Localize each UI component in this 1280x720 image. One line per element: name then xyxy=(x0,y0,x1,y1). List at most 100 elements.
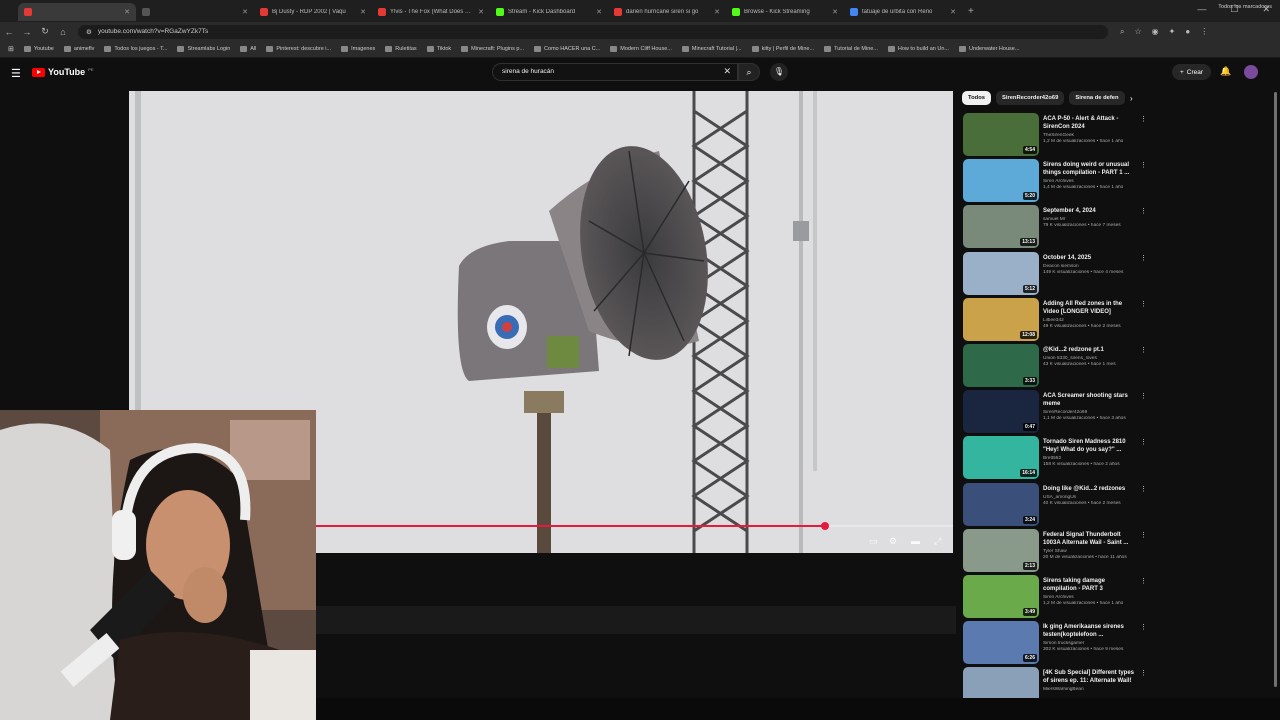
bookmark-item[interactable]: Underwater House... xyxy=(958,46,1019,52)
tab-close-icon[interactable]: ✕ xyxy=(714,8,720,16)
recommended-video[interactable]: 2:13 Federal Signal Thunderbolt 1003A Alt… xyxy=(963,528,1153,575)
channel-name[interactable]: MiersWarningBean xyxy=(1043,687,1139,692)
more-actions-icon[interactable]: ⋮ xyxy=(1140,669,1147,677)
video-title[interactable]: Adding All Red zones in the Video [LONGE… xyxy=(1043,300,1139,316)
channel-name[interactable]: Siren Archives xyxy=(1043,179,1139,184)
channel-name[interactable]: Union 5330_sirens_loves xyxy=(1043,356,1139,361)
video-title[interactable]: ACA Screamer shooting stars meme xyxy=(1043,392,1139,408)
more-actions-icon[interactable]: ⋮ xyxy=(1140,392,1147,400)
recommended-video[interactable]: 12:08 Adding All Red zones in the Video [… xyxy=(963,297,1153,344)
video-title[interactable]: September 4, 2024 xyxy=(1043,207,1139,215)
recommended-video[interactable]: 13:13 September 4, 2024 samuel Mr 79 K visu… xyxy=(963,205,1153,251)
browser-tab[interactable]: ✕ xyxy=(18,3,136,21)
video-title[interactable]: ACA P-50 - Alert & Attack - SirenCon 202… xyxy=(1043,115,1139,131)
browser-tab[interactable]: Bj Dusty - RDP 2002 | Vaqu ✕ xyxy=(254,3,372,21)
more-actions-icon[interactable]: ⋮ xyxy=(1140,161,1147,169)
channel-name[interactable]: Lilbee342 xyxy=(1043,318,1139,323)
search-button[interactable]: ⌕ xyxy=(738,63,760,81)
video-thumbnail[interactable]: 4:54 xyxy=(963,113,1039,156)
video-title[interactable]: @Kid...2 redzone pt.1 xyxy=(1043,346,1139,354)
search-input[interactable]: sirena de huracán ✕ xyxy=(492,63,738,81)
video-title[interactable]: Ik ging Amerikaanse sirenes testen(kopte… xyxy=(1043,623,1139,639)
more-actions-icon[interactable]: ⋮ xyxy=(1140,207,1147,215)
reload-icon[interactable]: ↻ xyxy=(36,26,54,37)
bookmark-item[interactable]: Tutorial de Mine... xyxy=(824,46,878,52)
minimize-icon[interactable]: — xyxy=(1197,4,1206,15)
video-title[interactable]: Doing like @Kid...2 redzones xyxy=(1043,485,1139,493)
video-title[interactable]: [4K Sub Special] Different types of sire… xyxy=(1043,669,1139,685)
browser-tab[interactable]: tatuaje de urbita con Reno ✕ xyxy=(844,3,962,21)
tab-close-icon[interactable]: ✕ xyxy=(242,8,248,16)
video-thumbnail[interactable]: 3:33 xyxy=(963,343,1039,387)
channel-name[interactable]: Deacon siemson xyxy=(1043,264,1139,269)
video-thumbnail[interactable]: 16:14 xyxy=(963,436,1039,480)
video-thumbnail[interactable]: 13:13 xyxy=(963,205,1039,249)
video-thumbnail[interactable]: 5:12 xyxy=(963,251,1039,295)
video-progress-bar[interactable] xyxy=(315,522,953,530)
apps-icon[interactable]: ⊞ xyxy=(8,45,14,53)
bookmark-item[interactable]: Imagenes xyxy=(341,46,375,52)
recommended-video[interactable]: 4:54 ACA P-50 - Alert & Attack - SirenCon… xyxy=(963,113,1153,159)
recommended-video[interactable]: 3:33 @Kid...2 redzone pt.1 Union 5330_sire… xyxy=(963,343,1153,390)
filter-chip[interactable]: Sirena de defen xyxy=(1069,91,1125,105)
browser-tab[interactable]: Stream - Kick Dashboard ✕ xyxy=(490,3,608,21)
hamburger-menu-icon[interactable]: ☰ xyxy=(11,67,21,80)
recommended-video[interactable]: 0:47 ACA Screamer shooting stars meme Sire… xyxy=(963,390,1153,436)
browser-tab[interactable]: darien hurricane siren si go ✕ xyxy=(608,3,726,21)
more-actions-icon[interactable]: ⋮ xyxy=(1140,300,1147,308)
video-title[interactable]: Federal Signal Thunderbolt 1003A Alterna… xyxy=(1043,531,1139,547)
video-title[interactable]: October 14, 2025 xyxy=(1043,254,1139,262)
channel-name[interactable]: TheSirenGeek xyxy=(1043,133,1139,138)
bookmark-item[interactable]: All xyxy=(240,46,256,52)
more-actions-icon[interactable]: ⋮ xyxy=(1140,577,1147,585)
video-thumbnail[interactable]: 3:49 xyxy=(963,574,1039,618)
bookmark-item[interactable]: Streamlabs Login xyxy=(177,46,230,52)
channel-name[interactable]: Simon trucksgamer xyxy=(1043,641,1139,646)
bookmark-item[interactable]: Todos los juegos - T... xyxy=(104,46,167,52)
recommended-video[interactable]: 3:24 Doing like @Kid...2 redzones USA_amon… xyxy=(963,482,1153,529)
browser-tab[interactable]: Browse - Kick Streaming ✕ xyxy=(726,3,844,21)
browser-tab[interactable]: Ylvis - The Fox (What Does The ✕ xyxy=(372,3,490,21)
fullscreen-icon[interactable]: ⤢ xyxy=(934,536,941,547)
chevron-right-icon[interactable]: › xyxy=(1130,94,1133,103)
extension-icon[interactable]: ◉ xyxy=(1152,27,1159,37)
bookmark-item[interactable]: Minecraft Tutorial |... xyxy=(681,46,742,52)
browser-tab[interactable]: ✕ xyxy=(136,3,254,21)
channel-name[interactable]: Siren Archives xyxy=(1043,595,1139,600)
recommended-video[interactable]: 5:12 October 14, 2025 Deacon siemson 149 K … xyxy=(963,251,1153,298)
theater-mode-icon[interactable]: ▬ xyxy=(911,536,920,546)
home-icon[interactable]: ⌂ xyxy=(54,27,72,37)
clear-search-icon[interactable]: ✕ xyxy=(723,66,731,77)
bookmark-item[interactable]: Como HACER una C... xyxy=(534,46,600,52)
tab-close-icon[interactable]: ✕ xyxy=(124,8,130,16)
more-actions-icon[interactable]: ⋮ xyxy=(1140,485,1147,493)
channel-name[interactable]: USA_amongUs xyxy=(1043,495,1139,500)
video-title[interactable]: Sirens doing weird or unusual things com… xyxy=(1043,161,1139,177)
browser-menu-icon[interactable]: ⋮ xyxy=(1200,27,1208,37)
video-title[interactable]: Tornado Siren Madness 2810 "Hey! What do… xyxy=(1043,438,1139,454)
miniplayer-icon[interactable]: ▭ xyxy=(869,536,878,547)
recommended-video[interactable]: 3:49 Sirens taking damage compilation - P… xyxy=(963,574,1153,621)
video-thumbnail[interactable]: 5:20 xyxy=(963,159,1039,203)
more-actions-icon[interactable]: ⋮ xyxy=(1140,346,1147,354)
video-thumbnail[interactable]: 0:47 xyxy=(963,390,1039,434)
bookmark-item[interactable]: Youtube xyxy=(23,46,54,52)
avatar[interactable] xyxy=(1244,65,1258,79)
filter-chip[interactable]: Todos xyxy=(962,91,991,105)
settings-icon[interactable]: ⚙ xyxy=(889,536,897,547)
url-field[interactable]: ⚙ youtube.com/watch?v=RGaZwYZk7Ts xyxy=(78,24,1108,39)
bookmark-star-icon[interactable]: ☆ xyxy=(1134,27,1141,37)
video-thumbnail[interactable]: 6:26 xyxy=(963,621,1039,665)
notifications-bell-icon[interactable]: 🔔 xyxy=(1220,66,1231,77)
recommended-video[interactable]: 6:26 Ik ging Amerikaanse sirenes testen(k… xyxy=(963,621,1153,667)
all-bookmarks-button[interactable]: Todos los marcadores xyxy=(1218,4,1272,10)
tab-close-icon[interactable]: ✕ xyxy=(832,8,838,16)
recommended-video[interactable]: 5:20 Sirens doing weird or unusual things… xyxy=(963,159,1153,205)
zoom-icon[interactable]: ⌕ xyxy=(1120,27,1124,37)
bookmark-item[interactable]: Modern Cliff House... xyxy=(610,46,672,52)
bookmark-item[interactable]: kitty | Perfil de Mine... xyxy=(751,46,814,52)
new-tab-button[interactable]: + xyxy=(968,6,974,17)
create-button[interactable]: + Crear xyxy=(1172,64,1212,80)
video-thumbnail[interactable]: 2:13 xyxy=(963,528,1039,572)
video-thumbnail[interactable]: 12:08 xyxy=(963,297,1039,341)
